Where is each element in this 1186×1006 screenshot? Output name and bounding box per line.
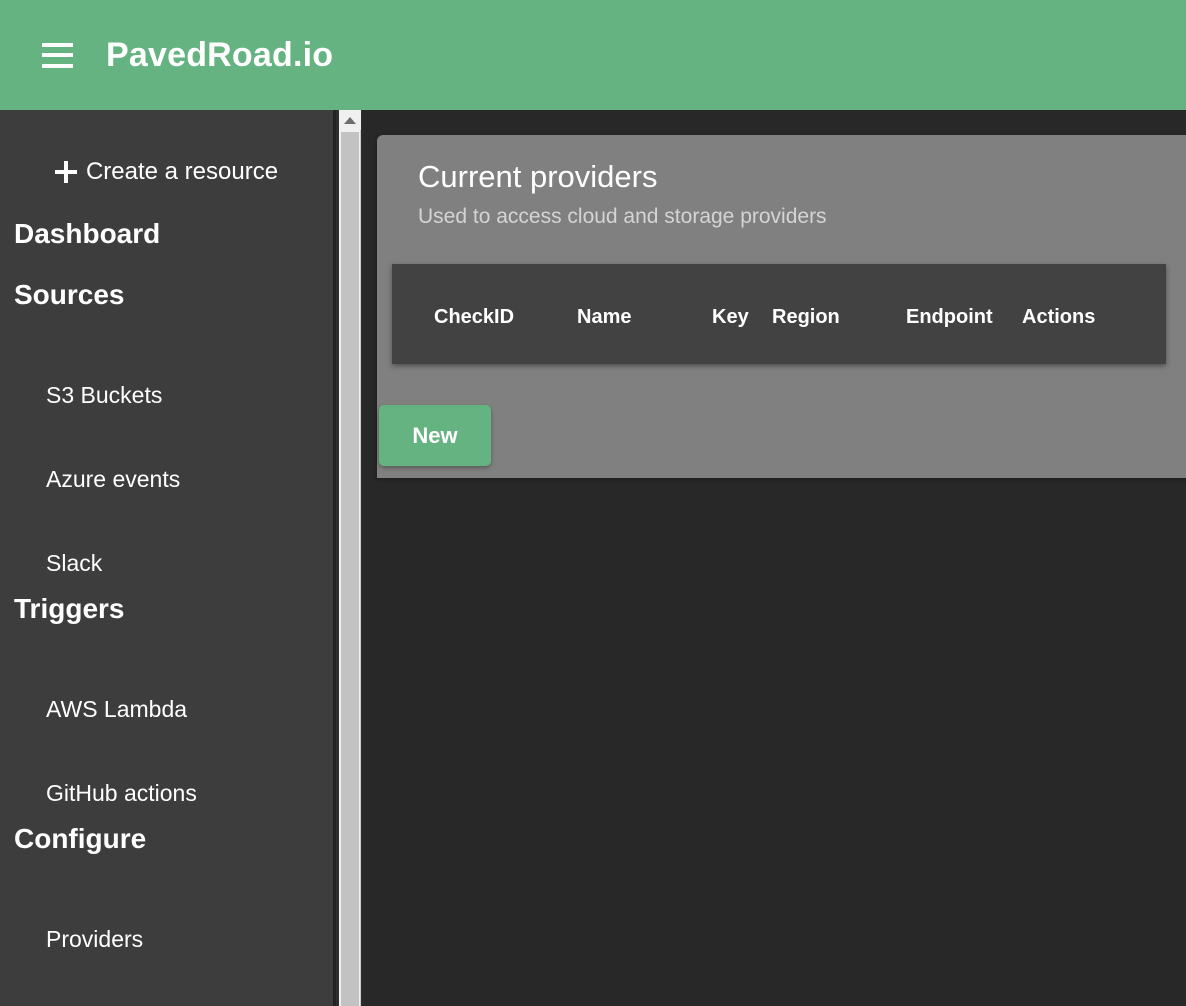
sidebar-item-slack[interactable]: Slack	[0, 549, 333, 577]
sidebar-item-github-actions[interactable]: GitHub actions	[0, 779, 333, 807]
current-providers-panel: Current providers Used to access cloud a…	[377, 135, 1186, 478]
main-content: Current providers Used to access cloud a…	[362, 110, 1186, 1006]
app-root: PavedRoad.io Create a resource Dashboard…	[0, 0, 1186, 1006]
sidebar-scrollbar[interactable]	[339, 110, 361, 1006]
plus-icon	[54, 161, 77, 183]
sidebar-item-providers[interactable]: Providers	[0, 925, 333, 953]
sidebar-item-s3-buckets[interactable]: S3 Buckets	[0, 381, 333, 409]
sidebar-section-dashboard[interactable]: Dashboard	[0, 220, 333, 248]
table-header-row: CheckID Name Key Region Endpoint Actions	[392, 264, 1166, 364]
column-header-checkid[interactable]: CheckID	[434, 307, 514, 327]
create-resource-button[interactable]: Create a resource	[0, 143, 333, 201]
scrollbar-thumb[interactable]	[341, 132, 359, 1006]
column-header-actions[interactable]: Actions	[1022, 307, 1095, 327]
hamburger-bar	[42, 63, 73, 68]
new-provider-button[interactable]: New	[379, 405, 491, 466]
column-header-key[interactable]: Key	[712, 307, 749, 327]
sidebar-section-sources[interactable]: Sources	[0, 281, 333, 309]
hamburger-bar	[42, 53, 73, 57]
page-subtitle: Used to access cloud and storage provide…	[418, 205, 827, 228]
sidebar: Create a resource Dashboard Sources S3 B…	[0, 110, 336, 1006]
sidebar-item-azure-events[interactable]: Azure events	[0, 465, 333, 493]
hamburger-menu-icon[interactable]	[42, 42, 73, 68]
sidebar-section-triggers[interactable]: Triggers	[0, 595, 333, 623]
page-title: Current providers	[418, 159, 658, 194]
sidebar-section-configure[interactable]: Configure	[0, 825, 333, 853]
app-title: PavedRoad.io	[106, 36, 334, 74]
column-header-name[interactable]: Name	[577, 307, 631, 327]
chevron-up-icon	[344, 116, 356, 124]
column-header-endpoint[interactable]: Endpoint	[906, 307, 993, 327]
providers-table: CheckID Name Key Region Endpoint Actions	[392, 264, 1166, 364]
create-resource-label: Create a resource	[85, 158, 279, 185]
sidebar-item-aws-lambda[interactable]: AWS Lambda	[0, 695, 333, 723]
sidebar-content: Create a resource Dashboard Sources S3 B…	[0, 143, 333, 953]
hamburger-bar	[42, 42, 73, 47]
app-header: PavedRoad.io	[0, 0, 1186, 110]
scrollbar-up-button[interactable]	[339, 110, 361, 130]
column-header-region[interactable]: Region	[772, 307, 840, 327]
